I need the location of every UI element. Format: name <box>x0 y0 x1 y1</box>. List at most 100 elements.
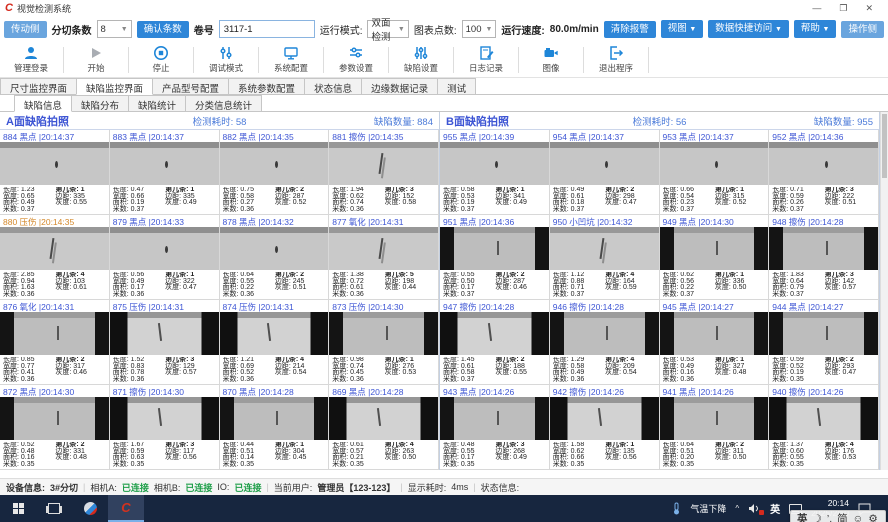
defect-thumbnail[interactable] <box>220 312 329 355</box>
defect-thumbnail[interactable] <box>769 397 878 440</box>
defect-cell[interactable]: 882 黑点 |20:14:35长度: 0.75宽度: 0.58面积: 0.27… <box>220 130 330 215</box>
maximize-button[interactable]: ❐ <box>839 3 847 14</box>
log-record-button[interactable]: 日志记录 <box>457 43 515 77</box>
help-menu-button[interactable]: 帮助 ▼ <box>794 20 837 38</box>
debug-mode-button[interactable]: 调试模式 <box>197 43 255 77</box>
defect-thumbnail[interactable] <box>220 397 329 440</box>
system-config-button[interactable]: 系统配置 <box>262 43 320 77</box>
defect-cell[interactable]: 943 黑点 |20:14:26长度: 0.48宽度: 0.55面积: 0.17… <box>440 385 550 470</box>
main-tab-6[interactable]: 测试 <box>437 78 476 94</box>
minimize-button[interactable]: — <box>812 3 821 14</box>
defect-thumbnail[interactable] <box>220 227 329 270</box>
defect-cell[interactable]: 946 擦伤 |20:14:28长度: 1.29宽度: 0.58面积: 0.49… <box>550 300 660 385</box>
main-tab-4[interactable]: 状态信息 <box>304 78 362 94</box>
tray-expand-chevron[interactable]: ^ <box>735 504 739 513</box>
defect-thumbnail[interactable] <box>0 397 109 440</box>
gear-icon[interactable]: ⚙ <box>868 511 877 522</box>
main-tab-5[interactable]: 边缘数据记录 <box>361 78 438 94</box>
defect-cell[interactable]: 877 氧化 |20:14:31长度: 1.38宽度: 0.72面积: 0.61… <box>329 215 439 300</box>
defect-cell[interactable]: 949 黑点 |20:14:30长度: 0.62宽度: 0.56面积: 0.22… <box>660 215 770 300</box>
defect-thumbnail[interactable] <box>110 397 219 440</box>
weather-text[interactable]: 气温下降 <box>690 502 726 515</box>
defect-cell[interactable]: 879 黑点 |20:14:33长度: 0.56宽度: 0.49面积: 0.17… <box>110 215 220 300</box>
close-button[interactable]: ✕ <box>865 3 873 14</box>
clear-alarm-button[interactable]: 清除报警 <box>604 21 656 38</box>
ime-simplified-toggle[interactable]: 简 <box>837 511 848 522</box>
ime-punct-toggle[interactable]: ’, <box>827 511 832 522</box>
run-mode-select[interactable]: 双面检测▼ <box>367 20 408 38</box>
confirm-count-button[interactable]: 确认条数 <box>137 21 189 38</box>
defect-cell[interactable]: 951 黑点 |20:14:36长度: 0.55宽度: 0.50面积: 0.17… <box>440 215 550 300</box>
defect-cell[interactable]: 953 黑点 |20:14:37长度: 0.66宽度: 0.54面积: 0.23… <box>660 130 770 215</box>
vertical-scrollbar[interactable] <box>880 112 888 470</box>
taskbar-app-button[interactable] <box>72 495 108 522</box>
defect-cell[interactable]: 954 黑点 |20:14:37长度: 0.49宽度: 0.61面积: 0.18… <box>550 130 660 215</box>
defect-cell[interactable]: 947 擦伤 |20:14:28长度: 1.45宽度: 0.61面积: 0.58… <box>440 300 550 385</box>
task-view-button[interactable] <box>36 495 72 522</box>
defect-cell[interactable]: 948 擦伤 |20:14:28长度: 1.83宽度: 0.64面积: 0.79… <box>769 215 879 300</box>
defect-thumbnail[interactable] <box>110 142 219 185</box>
defect-cell[interactable]: 944 黑点 |20:14:27长度: 0.59宽度: 0.52面积: 0.19… <box>769 300 879 385</box>
defect-thumbnail[interactable] <box>769 227 878 270</box>
defect-thumbnail[interactable] <box>440 142 549 185</box>
language-indicator[interactable]: 英 <box>770 501 780 516</box>
defect-cell[interactable]: 942 擦伤 |20:14:26长度: 1.58宽度: 0.62面积: 0.66… <box>550 385 660 470</box>
emoji-icon[interactable]: ☺ <box>853 511 864 522</box>
defect-cell[interactable]: 940 擦伤 |20:14:26长度: 1.37宽度: 0.60面积: 0.55… <box>769 385 879 470</box>
volume-icon[interactable] <box>748 503 761 514</box>
defect-cell[interactable]: 941 黑点 |20:14:26长度: 0.64宽度: 0.51面积: 0.20… <box>660 385 770 470</box>
defect-cell[interactable]: 880 压伤 |20:14:35长度: 2.85宽度: 0.94面积: 1.63… <box>0 215 110 300</box>
defect-thumbnail[interactable] <box>660 397 769 440</box>
scrollbar-thumb[interactable] <box>882 114 887 178</box>
start-button[interactable]: 开始 <box>67 43 125 77</box>
roll-number-input[interactable] <box>219 20 315 38</box>
defect-settings-button[interactable]: 缺陷设置 <box>392 43 450 77</box>
taskbar-active-app-button[interactable]: C <box>108 495 144 522</box>
defect-cell[interactable]: 875 压伤 |20:14:31长度: 1.52宽度: 0.83面积: 0.78… <box>110 300 220 385</box>
defect-thumbnail[interactable] <box>329 142 438 185</box>
defect-thumbnail[interactable] <box>550 397 659 440</box>
start-button[interactable] <box>0 495 36 522</box>
defect-thumbnail[interactable] <box>440 227 549 270</box>
admin-login-button[interactable]: 管理登录 <box>2 43 60 77</box>
main-tab-2[interactable]: 产品型号配置 <box>152 78 229 94</box>
defect-cell[interactable]: 871 擦伤 |20:14:30长度: 1.67宽度: 0.59面积: 0.63… <box>110 385 220 470</box>
defect-thumbnail[interactable] <box>550 312 659 355</box>
chart-points-select[interactable]: 100▼ <box>462 20 497 38</box>
defect-thumbnail[interactable] <box>220 142 329 185</box>
defect-cell[interactable]: 950 小凹坑 |20:14:32长度: 1.12宽度: 0.88面积: 0.7… <box>550 215 660 300</box>
defect-thumbnail[interactable] <box>660 312 769 355</box>
view-menu-button[interactable]: 视图 ▼ <box>661 20 704 38</box>
defect-thumbnail[interactable] <box>769 142 878 185</box>
defect-thumbnail[interactable] <box>660 142 769 185</box>
sub-tab-0[interactable]: 缺陷信息 <box>14 95 72 112</box>
sub-tab-3[interactable]: 分类信息统计 <box>185 95 262 111</box>
defect-cell[interactable]: 873 压伤 |20:14:30长度: 0.98宽度: 0.74面积: 0.45… <box>329 300 439 385</box>
defect-thumbnail[interactable] <box>329 312 438 355</box>
ime-lang-toggle[interactable]: 英 <box>797 511 808 522</box>
defect-cell[interactable]: 872 黑点 |20:14:30长度: 0.52宽度: 0.48面积: 0.16… <box>0 385 110 470</box>
ime-toolbar[interactable]: 英 ☽ ’, 简 ☺ ⚙ <box>790 510 886 522</box>
defect-thumbnail[interactable] <box>0 227 109 270</box>
exit-program-button[interactable]: 退出程序 <box>587 43 645 77</box>
moon-icon[interactable]: ☽ <box>813 511 822 522</box>
defect-thumbnail[interactable] <box>110 227 219 270</box>
main-tab-3[interactable]: 系统参数配置 <box>228 78 305 94</box>
sub-tab-1[interactable]: 缺陷分布 <box>71 95 129 111</box>
slit-count-select[interactable]: 8▼ <box>97 20 132 38</box>
main-tab-1[interactable]: 缺陷监控界面 <box>76 78 153 95</box>
defect-thumbnail[interactable] <box>550 142 659 185</box>
defect-thumbnail[interactable] <box>660 227 769 270</box>
defect-cell[interactable]: 874 压伤 |20:14:31长度: 1.21宽度: 0.69面积: 0.52… <box>220 300 330 385</box>
defect-cell[interactable]: 870 黑点 |20:14:28长度: 0.44宽度: 0.51面积: 0.14… <box>220 385 330 470</box>
defect-thumbnail[interactable] <box>329 227 438 270</box>
defect-cell[interactable]: 955 黑点 |20:14:39长度: 0.58宽度: 0.53面积: 0.19… <box>440 130 550 215</box>
defect-thumbnail[interactable] <box>440 312 549 355</box>
defect-cell[interactable]: 876 氧化 |20:14:31长度: 0.85宽度: 0.77面积: 0.41… <box>0 300 110 385</box>
defect-thumbnail[interactable] <box>329 397 438 440</box>
parameter-settings-button[interactable]: 参数设置 <box>327 43 385 77</box>
defect-thumbnail[interactable] <box>550 227 659 270</box>
image-button[interactable]: 图像 <box>522 43 580 77</box>
defect-cell[interactable]: 878 黑点 |20:14:32长度: 0.64宽度: 0.55面积: 0.22… <box>220 215 330 300</box>
defect-thumbnail[interactable] <box>769 312 878 355</box>
